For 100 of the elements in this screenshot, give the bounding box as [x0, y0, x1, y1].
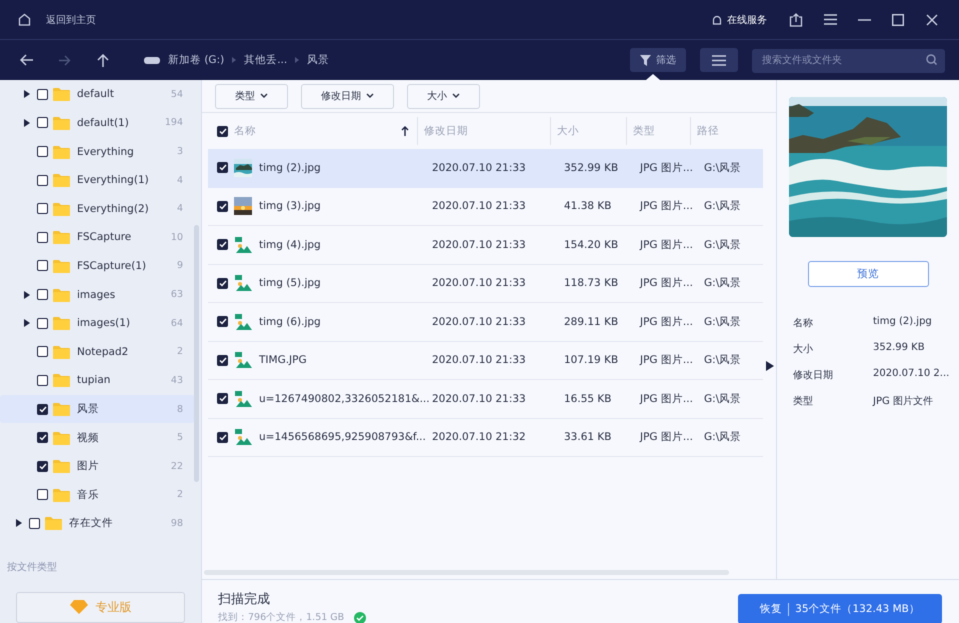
file-count: 8 — [176, 404, 183, 414]
file-row[interactable]: timg (3).jpg 2020.07.10 21:33 41.38 KB JPG 图片... G:\风景 — [208, 188, 763, 226]
filter-dropdown[interactable]: 大小 — [407, 84, 480, 108]
file-size: 118.73 KB — [564, 277, 620, 290]
home-icon[interactable] — [18, 13, 31, 26]
expand-arrow-icon[interactable] — [16, 519, 22, 528]
home-link[interactable]: 返回到主页 — [46, 12, 96, 26]
checkbox[interactable] — [217, 432, 228, 443]
file-row[interactable]: timg (4).jpg 2020.07.10 21:33 154.20 KB JPG 图片... G:\风景 — [208, 226, 763, 264]
file-row[interactable]: timg (5).jpg 2020.07.10 21:33 118.73 KB JPG 图片... G:\风景 — [208, 264, 763, 303]
folder-tree-item[interactable]: images(1) 64 — [0, 308, 195, 338]
folder-tree-item[interactable]: 音乐 2 — [0, 480, 195, 510]
file-path: G:\风景 — [704, 430, 742, 444]
folder-name: 图片 — [77, 459, 100, 474]
folder-tree-item[interactable]: default(1) 194 — [0, 108, 195, 138]
filter-button[interactable]: 筛选 — [630, 48, 686, 72]
folder-tree-item[interactable]: 图片 22 — [0, 452, 195, 481]
search-field[interactable]: 搜索文件或文件夹 — [752, 48, 945, 72]
checkbox[interactable] — [37, 174, 48, 186]
checkbox[interactable] — [37, 318, 48, 329]
expand-arrow-icon[interactable] — [24, 118, 30, 127]
checkbox[interactable] — [37, 489, 48, 500]
folder-tree-item[interactable]: FSCapture(1) 9 — [0, 252, 195, 280]
breadcrumb-item[interactable]: 风景 — [307, 53, 330, 67]
checkbox[interactable] — [37, 117, 48, 128]
breadcrumb-item[interactable]: 其他丢... — [244, 53, 288, 67]
checkbox[interactable] — [37, 88, 48, 100]
file-row[interactable]: u=1267490802,3326052181&... 2020.07.10 21:33 16.55 KB JPG 图片... G:\风景 — [208, 380, 763, 418]
checkbox[interactable] — [37, 232, 48, 243]
select-all-checkbox[interactable] — [217, 126, 228, 136]
folder-tree-item[interactable]: Everything 3 — [0, 137, 195, 166]
online-service-link[interactable]: 在线服务 — [727, 12, 767, 26]
drive-icon — [144, 56, 160, 64]
folder-tree-item[interactable]: 视频 5 — [0, 423, 195, 452]
folder-name: Everything(1) — [77, 174, 150, 186]
file-path: G:\风景 — [704, 314, 742, 329]
folder-tree-item[interactable]: default 54 — [0, 80, 195, 109]
checkbox[interactable] — [37, 289, 48, 300]
breadcrumb-item[interactable]: 新加卷 (G:) — [168, 53, 224, 67]
file-name: timg (2).jpg — [259, 162, 322, 174]
scan-status-title: 扫描完成 — [218, 591, 271, 608]
checkbox[interactable] — [217, 239, 228, 250]
checkbox[interactable] — [217, 354, 228, 366]
checkbox[interactable] — [37, 374, 48, 386]
file-row[interactable]: u=1456568695,925908793&f... 2020.07.10 21:32 33.61 KB JPG 图片... G:\风景 — [208, 418, 763, 457]
folder-icon — [53, 316, 70, 330]
checkbox[interactable] — [37, 404, 48, 414]
checkbox[interactable] — [37, 346, 48, 358]
filter-dropdown[interactable]: 修改日期 — [301, 84, 394, 108]
folder-tree-item[interactable]: FSCapture 10 — [0, 223, 195, 252]
checkbox[interactable] — [217, 278, 228, 289]
checkbox[interactable] — [217, 393, 228, 404]
file-count: 9 — [176, 260, 183, 272]
file-path: G:\风景 — [704, 160, 742, 175]
file-count: 4 — [176, 203, 183, 214]
property-value: 2020.07.10 2... — [873, 368, 950, 381]
expand-panel-arrow-icon[interactable] — [766, 361, 774, 371]
expand-arrow-icon[interactable] — [24, 290, 30, 299]
expand-arrow-icon[interactable] — [24, 319, 30, 328]
folder-name: default — [77, 88, 115, 100]
filter-dropdown[interactable]: 类型 — [215, 84, 288, 108]
folder-icon — [45, 516, 62, 530]
list-icon — [712, 54, 726, 66]
folder-tree-item[interactable]: Notepad2 2 — [0, 337, 195, 366]
recover-button[interactable]: 恢复 35个文件（132.43 MB） — [738, 594, 942, 623]
checkbox[interactable] — [217, 200, 228, 212]
folder-name: images(1) — [77, 317, 132, 330]
folder-tree-item[interactable]: images 63 — [0, 280, 195, 309]
file-count: 4 — [176, 174, 183, 186]
checkbox[interactable] — [37, 203, 48, 214]
list-view-button[interactable] — [700, 48, 738, 72]
folder-tree-item[interactable]: Everything(1) 4 — [0, 166, 195, 194]
image-file-icon — [234, 236, 252, 254]
file-row[interactable]: timg (6).jpg 2020.07.10 21:33 289.11 KB JPG 图片... G:\风景 — [208, 303, 763, 342]
expand-arrow-icon[interactable] — [24, 90, 30, 98]
folder-tree-item[interactable]: tupian 43 — [0, 366, 195, 395]
folder-icon — [53, 373, 70, 388]
checkbox[interactable] — [37, 460, 48, 472]
file-row[interactable]: TIMG.JPG 2020.07.10 21:33 107.19 KB JPG 图片... G:\风景 — [208, 342, 763, 380]
file-row[interactable]: timg (2).jpg 2020.07.10 21:33 352.99 KB JPG 图片... G:\风景 — [208, 149, 763, 188]
folder-tree-item[interactable]: Everything(2) 4 — [0, 194, 195, 224]
checkbox[interactable] — [217, 316, 228, 328]
checkbox[interactable] — [37, 260, 48, 272]
section-label: 按文件类型 — [6, 560, 58, 574]
checkbox[interactable] — [217, 162, 228, 174]
checkbox[interactable] — [37, 146, 48, 158]
image-file-icon — [234, 428, 252, 446]
file-count: 2 — [176, 346, 183, 358]
file-type: JPG 图片... — [640, 276, 694, 290]
folder-name: Everything(2) — [77, 202, 150, 215]
checkbox[interactable] — [37, 432, 48, 444]
file-type: JPG 图片... — [640, 353, 694, 368]
file-name: timg (3).jpg — [259, 200, 322, 212]
preview-button[interactable]: 预览 — [808, 261, 928, 287]
folder-tree-item[interactable]: 存在文件 98 — [0, 509, 195, 538]
folder-tree-item[interactable]: 风景 8 — [0, 394, 195, 424]
folder-icon — [53, 488, 70, 502]
checkbox[interactable] — [29, 518, 40, 529]
property-value: JPG 图片文件 — [873, 394, 934, 409]
folder-icon — [53, 459, 70, 474]
